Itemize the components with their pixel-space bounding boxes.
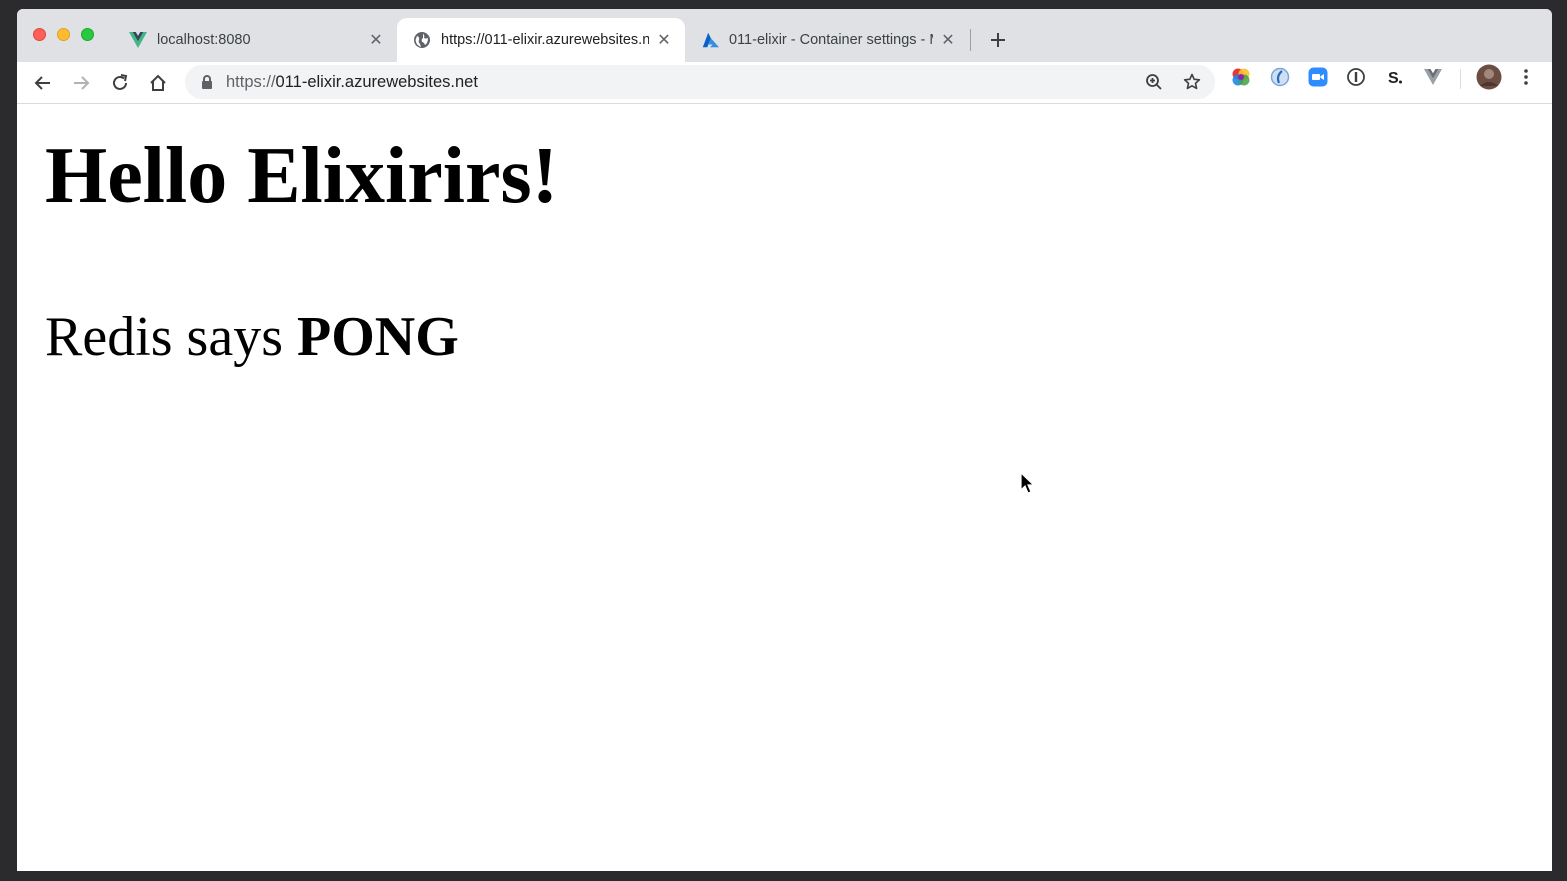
- tab-azurewebsites[interactable]: https://011-elixir.azurewebsites.net ✕: [397, 18, 685, 62]
- tab-title: localhost:8080: [157, 32, 251, 48]
- tab-title: https://011-elixir.azurewebsites.net: [441, 32, 649, 48]
- zoom-video-icon[interactable]: [1307, 66, 1329, 88]
- tab-separator: [970, 29, 971, 51]
- arrow-right-icon: [74, 76, 90, 90]
- arrow-left-icon: [34, 76, 50, 90]
- globe-icon: [413, 31, 431, 49]
- bookmark-star-icon[interactable]: [1181, 71, 1203, 93]
- mouse-cursor-icon: [1020, 472, 1035, 494]
- zoom-icon[interactable]: [1143, 71, 1165, 93]
- azure-logo-icon: [701, 31, 719, 49]
- circle-swirl-icon[interactable]: [1269, 66, 1291, 88]
- redis-status-text: Redis says PONG: [45, 309, 459, 365]
- window-minimize-button[interactable]: [57, 28, 70, 41]
- s-dollar-icon[interactable]: S: [1384, 66, 1406, 88]
- toolbar-divider: [1460, 69, 1461, 89]
- redis-reply: PONG: [297, 306, 459, 368]
- plus-icon: [991, 33, 1005, 47]
- url-host: 011-elixir.azurewebsites.net: [275, 73, 478, 91]
- tab-localhost[interactable]: localhost:8080 ✕: [113, 18, 397, 62]
- back-button[interactable]: [29, 69, 57, 97]
- home-icon: [150, 74, 166, 91]
- reload-button[interactable]: [106, 69, 134, 97]
- lock-icon[interactable]: [199, 74, 215, 90]
- tab-strip: localhost:8080 ✕ https://011-elixir.azur…: [17, 9, 1552, 62]
- close-tab-icon[interactable]: ✕: [939, 31, 957, 49]
- browser-window: localhost:8080 ✕ https://011-elixir.azur…: [17, 9, 1552, 871]
- window-maximize-button[interactable]: [81, 28, 94, 41]
- tab-title: 011-elixir - Container settings - Micros…: [729, 32, 933, 48]
- page-heading: Hello Elixirirs!: [45, 132, 559, 220]
- forward-button[interactable]: [67, 69, 95, 97]
- vue-devtools-icon[interactable]: [1422, 66, 1444, 88]
- url-scheme: https://: [226, 73, 276, 91]
- page-content: Hello Elixirirs! Redis says PONG: [17, 104, 1552, 871]
- close-tab-icon[interactable]: ✕: [367, 31, 385, 49]
- svg-text:S: S: [1388, 70, 1399, 87]
- one-password-icon[interactable]: [1345, 66, 1367, 88]
- vue-logo-icon: [129, 31, 147, 49]
- kebab-menu-icon[interactable]: [1515, 66, 1537, 88]
- redis-prefix: Redis says: [45, 306, 297, 368]
- home-button[interactable]: [144, 69, 172, 97]
- color-wheel-icon[interactable]: [1230, 66, 1252, 88]
- close-tab-icon[interactable]: ✕: [655, 31, 673, 49]
- address-bar[interactable]: https://011-elixir.azurewebsites.net: [185, 65, 1215, 99]
- new-tab-button[interactable]: [985, 27, 1011, 53]
- reload-icon: [113, 74, 128, 90]
- url-text: https://011-elixir.azurewebsites.net: [226, 73, 478, 92]
- avatar[interactable]: [1476, 64, 1502, 90]
- tab-azure-portal[interactable]: 011-elixir - Container settings - Micros…: [685, 18, 969, 62]
- window-close-button[interactable]: [33, 28, 46, 41]
